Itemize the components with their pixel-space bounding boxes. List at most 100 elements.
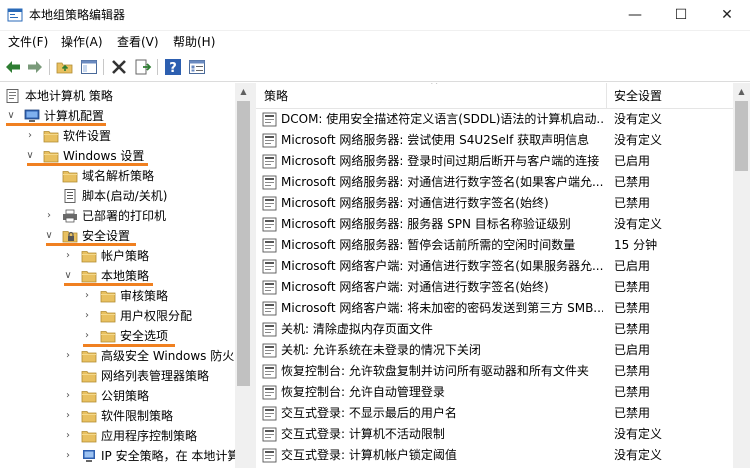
policy-row[interactable]: 关机: 允许系统在未登录的情况下关闭 已启用 bbox=[256, 340, 733, 361]
policy-row[interactable]: Microsoft 网络客户端: 对通信进行数字签名(如果服务器允... 已启用 bbox=[256, 256, 733, 277]
policy-row[interactable]: Microsoft 网络服务器: 登录时间过期后断开与客户端的连接 已启用 bbox=[256, 151, 733, 172]
tree-item[interactable]: 本地计算机 策略 bbox=[0, 86, 236, 106]
expanded-chevron-icon[interactable]: ∨ bbox=[6, 109, 16, 123]
tree-item[interactable]: 网络列表管理器策略 bbox=[0, 366, 236, 386]
menu-help[interactable]: 帮助(H) bbox=[173, 35, 215, 49]
tree-item[interactable]: › IP 安全策略，在 本地计算 bbox=[0, 446, 239, 466]
policy-row[interactable]: 交互式登录: 不显示最后的用户名 已禁用 bbox=[256, 403, 733, 424]
tree-item[interactable]: › 软件设置 bbox=[0, 126, 236, 146]
properties-icon[interactable] bbox=[188, 58, 206, 76]
tree-item[interactable]: › 应用程序控制策略 bbox=[0, 426, 236, 446]
policy-setting-icon bbox=[262, 322, 277, 337]
minimize-button[interactable]: — bbox=[612, 0, 658, 31]
collapsed-chevron-icon[interactable]: › bbox=[63, 429, 73, 443]
tree-item[interactable]: 域名解析策略 bbox=[0, 166, 236, 186]
policy-computer-icon bbox=[5, 88, 21, 104]
tree-item-label: 帐户策略 bbox=[101, 249, 150, 263]
policy-row[interactable]: Microsoft 网络客户端: 将未加密的密码发送到第三方 SMB... 已禁用 bbox=[256, 298, 733, 319]
tree-item[interactable]: › 安全选项 bbox=[0, 326, 236, 346]
collapsed-chevron-icon[interactable]: › bbox=[63, 449, 73, 463]
folder-icon bbox=[100, 308, 116, 324]
policy-setting-value: 没有定义 bbox=[614, 427, 663, 441]
policy-row[interactable]: Microsoft 网络服务器: 尝试使用 S4U2Self 获取声明信息 没有定… bbox=[256, 130, 733, 151]
policy-setting-icon bbox=[262, 301, 277, 316]
folder-icon bbox=[81, 348, 97, 364]
collapsed-chevron-icon[interactable]: › bbox=[63, 389, 73, 403]
tree-item[interactable]: › 审核策略 bbox=[0, 286, 236, 306]
collapsed-chevron-icon[interactable]: › bbox=[82, 289, 92, 303]
collapsed-chevron-icon[interactable]: › bbox=[44, 209, 54, 223]
policy-setting-value: 没有定义 bbox=[614, 133, 663, 147]
policy-list-pane: 策略 ^ 安全设置 DCOM: 使用安全描述符定义语言(SDDL)语法的计算机启… bbox=[256, 83, 750, 468]
policy-row[interactable]: 交互式登录: 计算机不活动限制 没有定义 bbox=[256, 424, 733, 445]
policy-row[interactable]: Microsoft 网络服务器: 对通信进行数字签名(如果客户端允... 已禁用 bbox=[256, 172, 733, 193]
list-vertical-scrollbar[interactable]: ▲ bbox=[733, 83, 750, 468]
policy-name: 关机: 允许系统在未登录的情况下关闭 bbox=[281, 343, 481, 357]
tree-scroll-thumb[interactable] bbox=[237, 101, 250, 386]
collapsed-chevron-icon[interactable]: › bbox=[63, 349, 73, 363]
policy-row[interactable]: Microsoft 网络服务器: 服务器 SPN 目标名称验证级别 没有定义 bbox=[256, 214, 733, 235]
show-hide-tree-icon[interactable] bbox=[80, 58, 98, 76]
column-header-setting[interactable]: 安全设置 bbox=[606, 83, 733, 109]
tree-item[interactable]: › 高级安全 Windows 防火 bbox=[0, 346, 236, 366]
expanded-chevron-icon[interactable]: ∨ bbox=[44, 229, 54, 243]
policy-setting-value: 已禁用 bbox=[614, 364, 651, 378]
policy-row[interactable]: 关机: 清除虚拟内存页面文件 已禁用 bbox=[256, 319, 733, 340]
highlight-underline bbox=[64, 283, 153, 286]
policy-setting-value: 已禁用 bbox=[614, 385, 651, 399]
policy-setting-value: 已禁用 bbox=[614, 301, 651, 315]
tree-item[interactable]: › 用户权限分配 bbox=[0, 306, 236, 326]
tree-item-label: 软件设置 bbox=[63, 129, 112, 143]
tree-item[interactable]: › 帐户策略 bbox=[0, 246, 236, 266]
folder-icon bbox=[100, 328, 116, 344]
expanded-chevron-icon[interactable]: ∨ bbox=[25, 149, 35, 163]
menu-action[interactable]: 操作(A) bbox=[61, 35, 103, 49]
help-icon[interactable]: ? bbox=[164, 58, 182, 76]
policy-row[interactable]: DCOM: 使用安全描述符定义语言(SDDL)语法的计算机启动... 没有定义 bbox=[256, 109, 733, 130]
tree-item-label: 公钥策略 bbox=[101, 389, 150, 403]
policy-setting-icon bbox=[262, 280, 277, 295]
close-button[interactable]: ✕ bbox=[704, 0, 750, 31]
toolbar-separator bbox=[103, 59, 104, 75]
tree-item-label: 本地计算机 策略 bbox=[25, 89, 113, 103]
back-icon[interactable] bbox=[4, 58, 22, 76]
folder-icon bbox=[81, 368, 97, 384]
menu-view[interactable]: 查看(V) bbox=[117, 35, 159, 49]
collapsed-chevron-icon[interactable]: › bbox=[82, 329, 92, 343]
tree-item[interactable]: › 已部署的打印机 bbox=[0, 206, 236, 226]
up-folder-icon[interactable] bbox=[56, 58, 74, 76]
policy-row[interactable]: 恢复控制台: 允许自动管理登录 已禁用 bbox=[256, 382, 733, 403]
policy-row[interactable]: 交互式登录: 计算机帐户锁定阈值 没有定义 bbox=[256, 445, 733, 466]
scroll-up-arrow-icon[interactable]: ▲ bbox=[235, 83, 252, 100]
menu-file[interactable]: 文件(F) bbox=[8, 35, 48, 49]
collapsed-chevron-icon[interactable]: › bbox=[82, 309, 92, 323]
tree-item-label: 高级安全 Windows 防火 bbox=[101, 349, 235, 363]
policy-setting-icon bbox=[262, 154, 277, 169]
policy-setting-icon bbox=[262, 343, 277, 358]
list-scroll-thumb[interactable] bbox=[735, 101, 748, 171]
tree-item[interactable]: › 软件限制策略 bbox=[0, 406, 236, 426]
policy-row[interactable]: Microsoft 网络客户端: 对通信进行数字签名(始终) 已禁用 bbox=[256, 277, 733, 298]
tree-item[interactable]: 脚本(启动/关机) bbox=[0, 186, 236, 206]
delete-icon[interactable] bbox=[110, 58, 128, 76]
expanded-chevron-icon[interactable]: ∨ bbox=[63, 269, 73, 283]
policy-setting-icon bbox=[262, 238, 277, 253]
collapsed-chevron-icon[interactable]: › bbox=[63, 409, 73, 423]
policy-row[interactable]: 恢复控制台: 允许软盘复制并访问所有驱动器和所有文件夹 已禁用 bbox=[256, 361, 733, 382]
collapsed-chevron-icon[interactable]: › bbox=[63, 249, 73, 263]
policy-name: Microsoft 网络服务器: 尝试使用 S4U2Self 获取声明信息 bbox=[281, 133, 590, 147]
policy-row[interactable]: Microsoft 网络服务器: 暂停会话前所需的空闲时间数量 15 分钟 bbox=[256, 235, 733, 256]
collapsed-chevron-icon[interactable]: › bbox=[25, 129, 35, 143]
policy-setting-value: 已禁用 bbox=[614, 322, 651, 336]
scroll-up-arrow-icon[interactable]: ▲ bbox=[733, 83, 750, 100]
tree-vertical-scrollbar[interactable]: ▲ bbox=[235, 83, 252, 468]
maximize-button[interactable]: ☐ bbox=[658, 0, 704, 31]
tree-item[interactable]: › 公钥策略 bbox=[0, 386, 236, 406]
policy-row[interactable]: Microsoft 网络服务器: 对通信进行数字签名(始终) 已禁用 bbox=[256, 193, 733, 214]
policy-setting-icon bbox=[262, 427, 277, 442]
forward-icon[interactable] bbox=[26, 58, 44, 76]
export-list-icon[interactable] bbox=[134, 58, 152, 76]
list-header: 策略 ^ 安全设置 bbox=[256, 83, 733, 109]
policy-setting-icon bbox=[262, 406, 277, 421]
policy-name: Microsoft 网络服务器: 登录时间过期后断开与客户端的连接 bbox=[281, 154, 600, 168]
